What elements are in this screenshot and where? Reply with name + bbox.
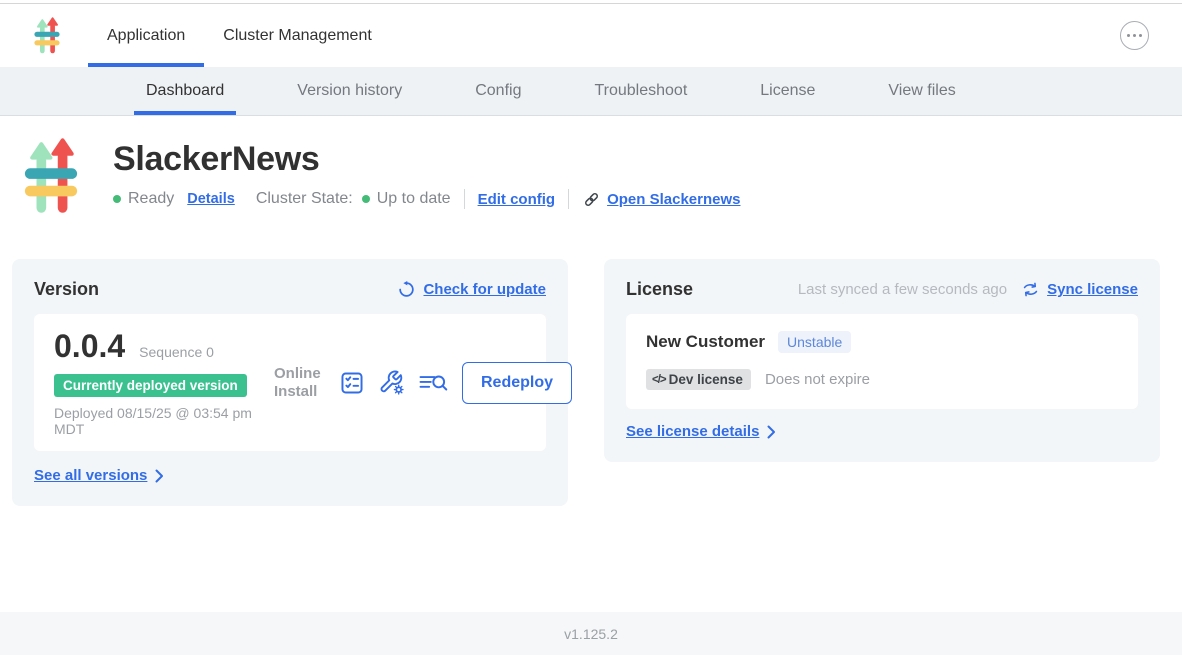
top-nav-tabs: Application Cluster Management: [88, 4, 391, 67]
edit-config-link[interactable]: Edit config: [478, 191, 556, 208]
subnav-tab-license-label: License: [760, 82, 815, 100]
dashboard-content: SlackerNews Ready Details Cluster State:…: [0, 116, 1182, 612]
logs-magnifier-icon[interactable]: [418, 370, 449, 396]
divider: [464, 189, 465, 209]
deployed-timestamp: Deployed 08/15/25 @ 03:54 pm MDT: [54, 405, 274, 437]
subnav-tab-version-history[interactable]: Version history: [285, 67, 414, 115]
top-nav: Application Cluster Management: [0, 4, 1182, 67]
code-icon: </>: [652, 374, 666, 386]
cluster-state-label: Cluster State:: [256, 190, 353, 208]
subnav-tab-dashboard[interactable]: Dashboard: [134, 67, 236, 115]
ellipsis-icon: [1127, 34, 1131, 38]
tab-application-label: Application: [107, 27, 185, 45]
refresh-icon: [397, 280, 416, 299]
redeploy-button[interactable]: Redeploy: [462, 362, 572, 404]
preflight-checklist-icon[interactable]: [339, 370, 365, 396]
subnav-tab-view-files-label: View files: [888, 82, 955, 100]
version-card: Version Check for update 0.0.4 Sequ: [12, 259, 568, 506]
version-number: 0.0.4: [54, 328, 125, 365]
app-header: SlackerNews Ready Details Cluster State:…: [22, 137, 1182, 222]
license-type-label: Dev license: [669, 372, 743, 387]
brand-logo-icon: [33, 15, 61, 57]
cluster-state-dot: [362, 195, 370, 203]
install-type-label: Online Install: [274, 365, 326, 400]
console-version: v1.125.2: [564, 626, 618, 642]
tab-cluster-management[interactable]: Cluster Management: [204, 4, 391, 67]
subnav-tab-config-label: Config: [475, 82, 521, 100]
current-version-box: 0.0.4 Sequence 0 Currently deployed vers…: [34, 314, 546, 451]
dashboard-cards: Version Check for update 0.0.4 Sequ: [12, 259, 1160, 506]
see-license-details-link[interactable]: See license details: [626, 423, 759, 440]
subnav-tab-troubleshoot[interactable]: Troubleshoot: [582, 67, 699, 115]
divider: [568, 189, 569, 209]
check-for-update-link[interactable]: Check for update: [423, 281, 546, 298]
license-card-title: License: [626, 279, 693, 300]
tab-cluster-management-label: Cluster Management: [223, 27, 372, 45]
page-title: SlackerNews: [113, 140, 740, 179]
subnav-tab-version-history-label: Version history: [297, 82, 402, 100]
overflow-menu-button[interactable]: [1120, 21, 1149, 50]
chevron-right-icon: [155, 469, 164, 483]
details-link[interactable]: Details: [187, 191, 235, 207]
license-expiry: Does not expire: [765, 371, 870, 388]
version-sequence: Sequence 0: [139, 344, 214, 360]
app-status-text: Ready: [128, 190, 174, 208]
open-app-link[interactable]: Open Slackernews: [607, 191, 740, 208]
see-all-versions-link[interactable]: See all versions: [34, 467, 147, 484]
license-card: License Last synced a few seconds ago Sy…: [604, 259, 1160, 462]
app-status-dot: [113, 195, 121, 203]
subnav-tab-troubleshoot-label: Troubleshoot: [594, 82, 687, 100]
app-status-row: Ready Details Cluster State: Up to date …: [113, 189, 740, 209]
chevron-right-icon: [767, 425, 776, 439]
subnav-tab-dashboard-label: Dashboard: [146, 82, 224, 100]
config-wrench-icon[interactable]: [378, 369, 405, 396]
subnav-tab-config[interactable]: Config: [463, 67, 533, 115]
customer-name: New Customer: [646, 332, 765, 352]
console-footer: v1.125.2: [0, 612, 1182, 655]
deployed-badge: Currently deployed version: [54, 374, 247, 397]
last-synced-text: Last synced a few seconds ago: [798, 281, 1007, 298]
chain-link-icon: [582, 190, 601, 209]
app-subnav: Dashboard Version history Config Trouble…: [0, 67, 1182, 116]
sync-license-link[interactable]: Sync license: [1047, 281, 1138, 298]
channel-badge: Unstable: [778, 331, 851, 353]
app-logo-icon: [22, 137, 80, 222]
cluster-state-value: Up to date: [377, 190, 451, 208]
subnav-tab-license[interactable]: License: [748, 67, 827, 115]
subnav-tab-view-files[interactable]: View files: [876, 67, 967, 115]
version-card-title: Version: [34, 279, 99, 300]
license-type-badge: </> Dev license: [646, 369, 751, 390]
license-box: New Customer Unstable </> Dev license Do…: [626, 314, 1138, 409]
sync-icon: [1021, 280, 1040, 299]
tab-application[interactable]: Application: [88, 4, 204, 67]
